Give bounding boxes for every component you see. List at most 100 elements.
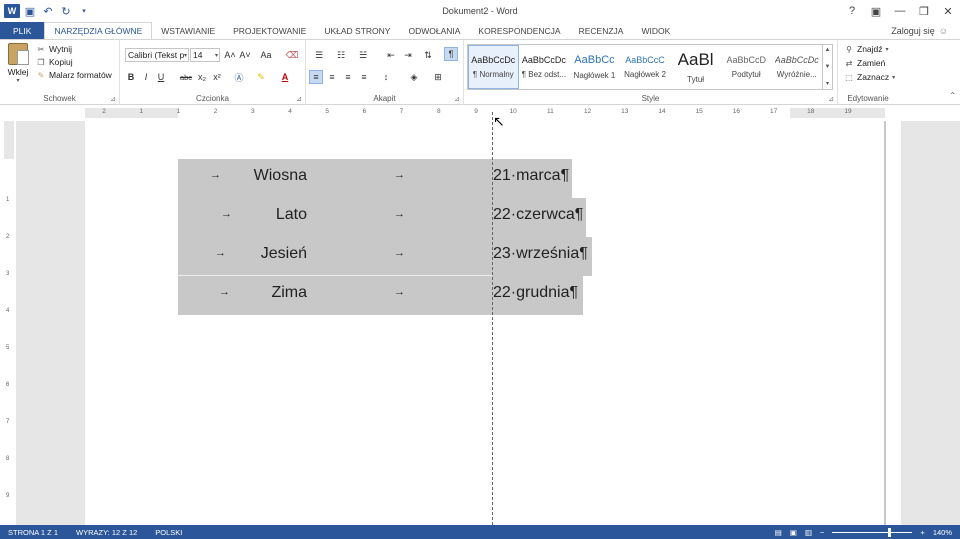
zoom-slider-thumb[interactable]: [888, 527, 892, 537]
season-text[interactable]: Lato: [276, 206, 307, 224]
minimize-icon[interactable]: —: [888, 0, 912, 22]
table-row[interactable]: → Zima → 22·grudnia¶: [178, 276, 583, 315]
cut-button[interactable]: ✂ Wytnij: [36, 44, 112, 54]
zoom-in-button[interactable]: +: [920, 528, 924, 537]
page-count[interactable]: STRONA 1 Z 1: [8, 528, 58, 537]
replace-button[interactable]: ⇄ Zamień: [844, 58, 895, 68]
borders-icon[interactable]: ⊞: [430, 70, 446, 84]
style-title[interactable]: AaBl Tytuł: [670, 45, 721, 89]
subscript-button[interactable]: x₂: [196, 70, 208, 84]
font-size-combo[interactable]: 14 ▾: [190, 48, 220, 62]
line-spacing-icon[interactable]: ↕: [378, 70, 394, 84]
word-logo-icon[interactable]: W: [4, 4, 20, 18]
font-launcher-icon[interactable]: ⊿: [296, 95, 302, 103]
paste-dropdown-icon[interactable]: ▾: [16, 77, 19, 84]
save-icon[interactable]: ▣: [22, 3, 38, 19]
paste-label: Wklej: [7, 67, 29, 77]
clipboard-launcher-icon[interactable]: ⊿: [110, 95, 116, 103]
date-text[interactable]: 23·września¶: [493, 245, 588, 263]
shading-icon[interactable]: ◈: [406, 70, 422, 84]
justify-icon[interactable]: ≡: [357, 70, 371, 84]
tab-review[interactable]: RECENZJA: [570, 22, 633, 40]
collapse-ribbon-icon[interactable]: ⌃: [949, 91, 956, 100]
table-row[interactable]: → Jesień → 23·września¶: [178, 237, 592, 276]
find-button[interactable]: ⚲ Znajdź ▾: [844, 44, 895, 54]
increase-indent-icon[interactable]: ⇥: [401, 48, 415, 62]
italic-button[interactable]: I: [140, 70, 152, 84]
tab-layout[interactable]: UKŁAD STRONY: [315, 22, 399, 40]
tab-view[interactable]: WIDOK: [632, 22, 679, 40]
numbering-icon[interactable]: ☷: [332, 48, 350, 62]
table-row[interactable]: → Lato → 22·czerwca¶: [178, 198, 586, 237]
ribbon-display-options-icon[interactable]: ▣: [864, 0, 888, 22]
print-layout-icon[interactable]: ▣: [790, 528, 797, 537]
bold-button[interactable]: B: [125, 70, 137, 84]
tab-mailings[interactable]: KORESPONDENCJA: [469, 22, 569, 40]
season-text[interactable]: Jesień: [261, 245, 307, 263]
more-styles-icon[interactable]: ▾: [826, 80, 829, 87]
scroll-down-icon[interactable]: ▼: [825, 64, 831, 70]
date-text[interactable]: 22·czerwca¶: [493, 206, 583, 224]
zoom-out-button[interactable]: −: [820, 528, 824, 537]
close-icon[interactable]: ✕: [936, 0, 960, 22]
multilevel-list-icon[interactable]: ☱: [354, 48, 372, 62]
tab-file[interactable]: PLIK: [0, 22, 45, 40]
align-center-icon[interactable]: ≡: [325, 70, 339, 84]
clear-formatting-icon[interactable]: ⌫: [285, 48, 299, 62]
sort-icon[interactable]: ⇅: [421, 48, 435, 62]
select-button[interactable]: ⬚ Zaznacz ▾: [844, 72, 895, 82]
help-icon[interactable]: ?: [840, 0, 864, 22]
paste-button[interactable]: Wklej ▾: [5, 43, 31, 84]
zoom-level[interactable]: 140%: [933, 528, 952, 537]
vertical-ruler[interactable]: 1 2 3 4 5 6 7 8 9: [4, 121, 14, 525]
tab-references[interactable]: ODWOŁANIA: [399, 22, 469, 40]
restore-icon[interactable]: ❐: [912, 0, 936, 22]
highlight-icon[interactable]: ✎: [253, 70, 269, 84]
style-heading-2[interactable]: AaBbCcC Nagłówek 2: [620, 45, 671, 89]
font-name-combo[interactable]: Calibri (Tekst p ▾: [125, 48, 189, 62]
date-text[interactable]: 22·grudnia¶: [493, 284, 578, 302]
change-case-button[interactable]: Aa: [256, 48, 276, 62]
bullets-icon[interactable]: ☰: [310, 48, 328, 62]
show-formatting-marks-button[interactable]: ¶: [444, 47, 458, 61]
undo-icon[interactable]: ↶: [40, 3, 56, 19]
styles-scrollbar[interactable]: ▲ ▼ ▾: [822, 45, 832, 89]
style-no-spacing[interactable]: AaBbCcDc ¶ Bez odst...: [519, 45, 570, 89]
redo-icon[interactable]: ↻: [58, 3, 74, 19]
style-heading-1[interactable]: AaBbCc Nagłówek 1: [569, 45, 620, 89]
date-text[interactable]: 21·marca¶: [493, 167, 569, 185]
horizontal-ruler[interactable]: 2 1 1 2 3 4 5 6 7 8 9 10 11 12 13 14 15 16 17 18 19: [0, 106, 960, 120]
strikethrough-button[interactable]: abc: [178, 70, 194, 84]
format-painter-button[interactable]: ✎ Malarz formatów: [36, 70, 112, 80]
tab-design[interactable]: PROJEKTOWANIE: [224, 22, 315, 40]
style-normal[interactable]: AaBbCcDc ¶ Normalny: [468, 45, 519, 89]
underline-button[interactable]: U: [155, 70, 167, 84]
paragraph-launcher-icon[interactable]: ⊿: [454, 95, 460, 103]
zoom-slider[interactable]: [832, 527, 913, 537]
copy-button[interactable]: ❐ Kopiuj: [36, 57, 112, 67]
table-row[interactable]: → Wiosna → 21·marca¶: [178, 159, 572, 198]
align-left-icon[interactable]: ≡: [309, 70, 323, 84]
web-layout-icon[interactable]: ▥: [805, 528, 812, 537]
align-right-icon[interactable]: ≡: [341, 70, 355, 84]
read-mode-icon[interactable]: ▤: [775, 528, 782, 537]
tab-home[interactable]: NARZĘDZIA GŁÓWNE: [44, 22, 153, 40]
scroll-up-icon[interactable]: ▲: [825, 47, 831, 53]
text-effects-icon[interactable]: Ⓐ: [232, 70, 246, 84]
style-emphasis[interactable]: AaBbCcDc Wyróżnie...: [771, 45, 822, 89]
grow-font-button[interactable]: A˄: [223, 48, 237, 62]
customize-qat-icon[interactable]: ▾: [76, 3, 92, 19]
tab-insert[interactable]: WSTAWIANIE: [152, 22, 224, 40]
season-text[interactable]: Wiosna: [254, 167, 307, 185]
shrink-font-button[interactable]: A˅: [238, 48, 252, 62]
word-count[interactable]: WYRAZY: 12 Z 12: [76, 528, 137, 537]
decrease-indent-icon[interactable]: ⇤: [384, 48, 398, 62]
superscript-button[interactable]: x²: [211, 70, 223, 84]
sign-in-link[interactable]: Zaloguj się ☺: [891, 26, 948, 36]
language-indicator[interactable]: POLSKI: [155, 528, 182, 537]
styles-launcher-icon[interactable]: ⊿: [828, 95, 834, 103]
style-subtitle[interactable]: AaBbCcD Podtytuł: [721, 45, 772, 89]
smiley-icon[interactable]: ☺: [939, 26, 948, 36]
font-color-icon[interactable]: A: [277, 70, 293, 84]
season-text[interactable]: Zima: [271, 284, 307, 302]
